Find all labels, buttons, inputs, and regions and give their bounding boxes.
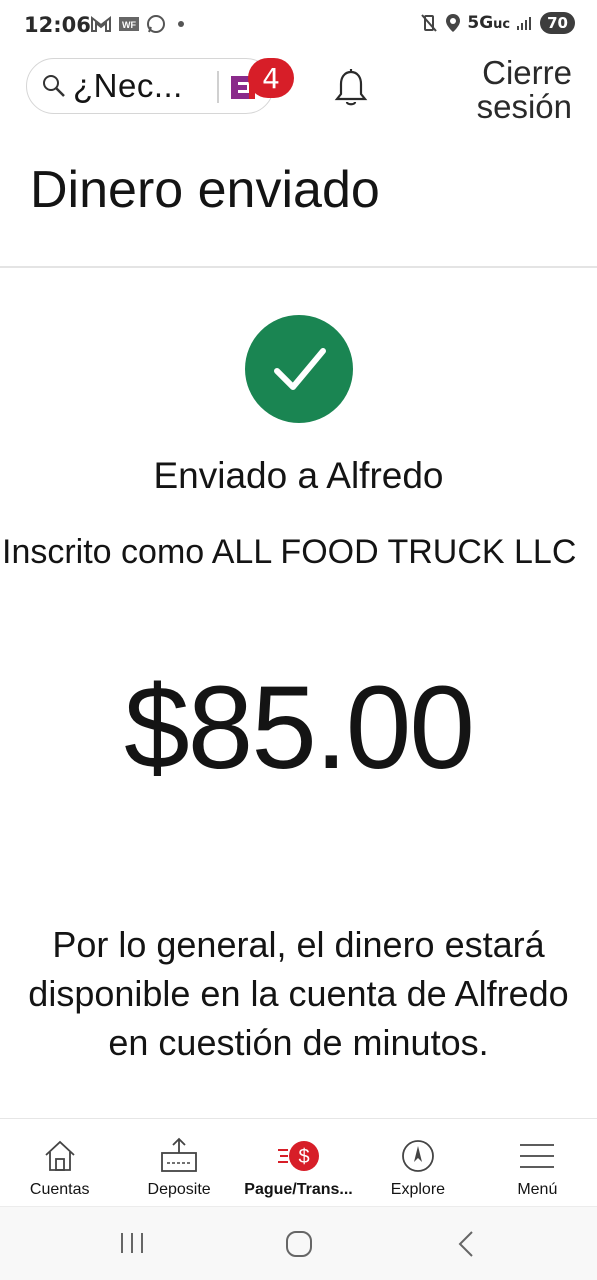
nav-label-deposite: Deposite [147,1181,211,1198]
nav-label-explore: Explore [390,1181,446,1198]
nav-item-cuentas[interactable]: Cuentas [0,1119,119,1206]
search-box[interactable]: ¿Nec... [26,58,274,114]
app-header: ¿Nec... 4 Cierre sesión [0,52,597,128]
nav-item-explore[interactable]: Explore [358,1119,477,1206]
menu-icon [520,1144,555,1168]
notification-icons: WF [90,14,184,34]
gmail-icon [91,15,111,32]
vibrate-mute-icon [421,14,438,32]
status-time: 12:06 [24,13,91,37]
sent-amount: $85.00 [124,662,475,794]
home-button-icon[interactable] [284,1229,314,1259]
nav-label-pague-transfiera: Pague/Trans... [244,1181,353,1198]
location-icon [446,14,461,32]
recipient-heading: Enviado a Alfredo [153,455,444,496]
svg-text:WF: WF [122,20,136,30]
availability-info: Por lo general, el dinero estará disponi… [28,924,569,1063]
house-icon [45,1140,75,1171]
bottom-navigation: Cuentas Deposite $ Pague/Trans... Explor… [0,1118,597,1206]
nav-item-menu[interactable]: Menú [478,1119,597,1206]
back-icon[interactable] [454,1229,478,1259]
svg-text:$: $ [298,1146,309,1168]
title-divider [0,266,597,268]
status-bar: 12:06 WF 5Guc 70 [0,0,597,52]
bell-icon[interactable] [333,68,369,108]
battery-indicator: 70 [540,12,575,34]
compass-icon [402,1140,434,1172]
page-title: Dinero enviado [30,161,380,219]
notification-badge[interactable]: 4 [248,58,294,98]
deposit-icon [161,1137,198,1172]
search-divider [217,71,219,103]
nav-label-cuentas: Cuentas [29,1181,90,1198]
nav-item-deposite[interactable]: Deposite [119,1119,238,1206]
system-navigation-bar [0,1206,597,1280]
pay-transfer-icon: $ [277,1141,319,1171]
whatsapp-icon [147,15,165,33]
logout-link[interactable]: Cierre sesión [462,56,572,124]
success-check-icon [245,315,353,423]
recipient-enrollment: Inscrito como ALL FOOD TRUCK LLC [2,533,577,571]
info-container: Por lo general, el dinero estará disponi… [0,920,597,1092]
nav-item-pague-transfiera[interactable]: $ Pague/Trans... [239,1119,358,1206]
app-wf-icon: WF [119,17,139,31]
status-right: 5Guc 70 [419,12,575,34]
network-type: 5Guc [467,13,511,33]
nav-label-menu: Menú [517,1181,558,1198]
signal-icon [517,17,532,30]
more-dot-icon [178,21,184,27]
logout-label: Cierre sesión [476,54,572,125]
search-placeholder: ¿Nec... [73,67,183,104]
recents-icon[interactable] [118,1229,146,1257]
search-icon [43,75,65,97]
